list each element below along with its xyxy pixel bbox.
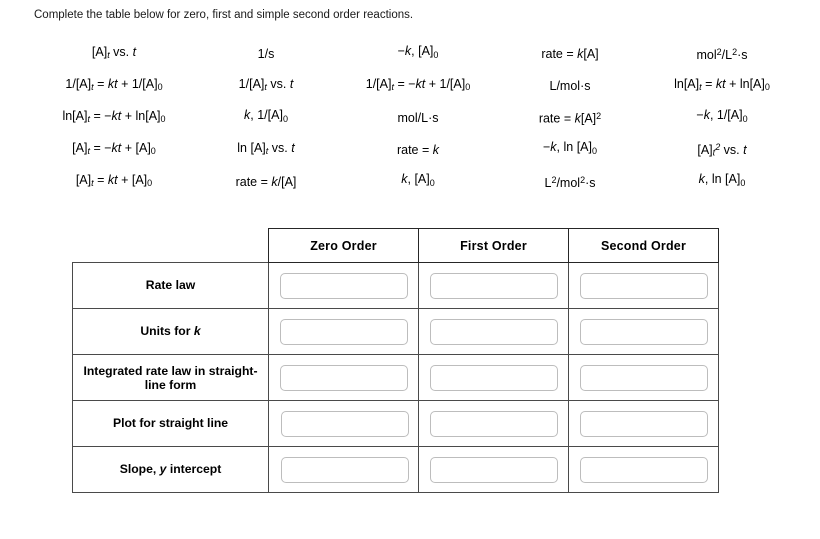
reaction-order-table: Zero Order First Order Second Order Rate… [72,228,719,493]
cell-units-first-order [418,308,569,355]
answer-option: mol2/L2·s [696,47,748,62]
input-units-first-order[interactable] [429,318,558,345]
answer-option: 1/s [257,46,275,61]
input-units-second-order[interactable] [579,318,708,345]
input-slope-second-order[interactable] [579,456,708,483]
input-integrated-second-order[interactable] [579,364,708,391]
answer-bank-row: [A]t = −kt + [A]0 ln [A]t vs. t rate = k… [38,134,798,166]
answer-option: −k, [A]0 [397,44,439,61]
cell-units-zero-order [268,308,419,355]
row-label-integrated-rate-law: Integrated rate law in straight-line for… [72,354,269,401]
answer-option: k, 1/[A]0 [244,108,288,125]
answer-option: mol/L·s [397,110,439,125]
input-rate-law-first-order[interactable] [429,272,558,299]
cell-integrated-second-order [568,354,719,401]
input-rate-law-zero-order[interactable] [279,272,408,299]
input-integrated-first-order[interactable] [429,364,558,391]
answer-option: k, [A]0 [401,172,435,189]
answer-bank: [A]t vs. t 1/s −k, [A]0 rate = k[A] mol2… [38,38,798,198]
cell-rate-law-zero-order [268,262,419,309]
cell-slope-second-order [568,446,719,493]
row-label-slope-y-intercept: Slope, y intercept [72,446,269,493]
input-integrated-zero-order[interactable] [279,364,408,391]
answer-option: [A]t = kt + [A]0 [75,173,153,188]
answer-option: 1/[A]t = kt + 1/[A]0 [65,77,163,92]
table-header-zero-order: Zero Order [268,228,419,263]
answer-option: rate = k[A]2 [538,111,602,126]
answer-option: ln[A]t = kt + ln[A]0 [674,77,770,92]
table-header-corner [73,229,269,263]
input-rate-law-second-order[interactable] [579,272,708,299]
input-slope-first-order[interactable] [429,456,558,483]
answer-option: rate = k/[A] [235,174,297,189]
answer-option: −k, ln [A]0 [542,140,597,157]
cell-rate-law-second-order [568,262,719,309]
input-plot-second-order[interactable] [579,410,708,437]
answer-option: [A]t2 vs. t [697,141,747,158]
table-row: Integrated rate law in straight-line for… [72,354,719,401]
answer-option: 1/[A]t = −kt + 1/[A]0 [365,77,471,92]
table-header-first-order: First Order [418,228,569,263]
cell-plot-first-order [418,400,569,447]
answer-option: [A]t = −kt + [A]0 [72,141,156,156]
cell-slope-first-order [418,446,569,493]
answer-option: ln [A]t vs. t [237,141,295,156]
table-row: Rate law [72,262,719,309]
table-header-second-order: Second Order [568,228,719,263]
answer-bank-row: [A]t = kt + [A]0 rate = k/[A] k, [A]0 L2… [38,166,798,198]
answer-option: [A]t vs. t [91,45,137,60]
instruction-text: Complete the table below for zero, first… [34,9,414,21]
cell-plot-zero-order [268,400,419,447]
row-label-units-for-k: Units for k [72,308,269,355]
answer-bank-row: 1/[A]t = kt + 1/[A]0 1/[A]t vs. t 1/[A]t… [38,70,798,102]
answer-option: ln[A]t = −kt + ln[A]0 [62,109,166,124]
answer-bank-row: [A]t vs. t 1/s −k, [A]0 rate = k[A] mol2… [38,38,798,70]
input-units-zero-order[interactable] [279,318,408,345]
answer-bank-row: ln[A]t = −kt + ln[A]0 k, 1/[A]0 mol/L·s … [38,102,798,134]
answer-option: 1/[A]t vs. t [238,77,294,92]
table-header-row: Zero Order First Order Second Order [73,228,719,263]
cell-plot-second-order [568,400,719,447]
table-row: Plot for straight line [72,400,719,447]
input-plot-zero-order[interactable] [280,410,409,437]
answer-option: −k, 1/[A]0 [696,108,748,125]
answer-option: k, ln [A]0 [698,172,746,189]
input-slope-zero-order[interactable] [280,456,409,483]
cell-integrated-first-order [418,354,569,401]
row-label-rate-law: Rate law [72,262,269,309]
answer-option: L/mol·s [549,78,591,93]
row-label-plot-for-straight-line: Plot for straight line [72,400,269,447]
answer-option: L2/mol2·s [544,175,596,190]
cell-integrated-zero-order [268,354,419,401]
input-plot-first-order[interactable] [429,410,558,437]
table-row: Slope, y intercept [72,446,719,493]
answer-option: rate = k[A] [541,46,599,61]
reaction-order-table-wrapper: Zero Order First Order Second Order Rate… [72,228,719,493]
answer-option: rate = k [396,142,440,157]
cell-units-second-order [568,308,719,355]
cell-rate-law-first-order [418,262,569,309]
cell-slope-zero-order [268,446,419,493]
table-row: Units for k [72,308,719,355]
